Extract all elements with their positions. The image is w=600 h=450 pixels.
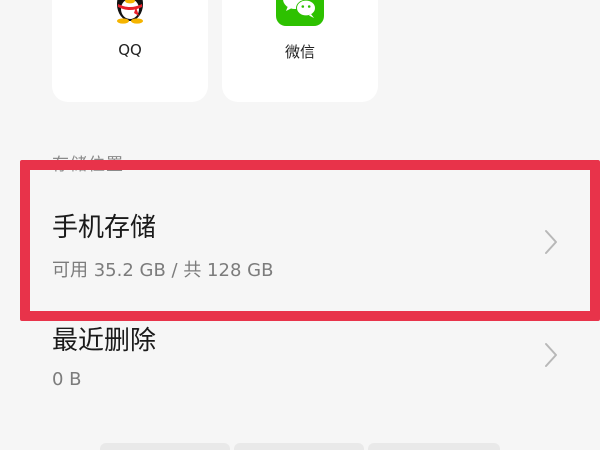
app-label-wechat: 微信 [284,43,315,61]
chevron-right-icon [545,230,557,254]
app-tile-qq[interactable]: QQ [52,0,208,102]
recently-deleted-row[interactable]: 最近删除 0 B [0,300,600,410]
recently-deleted-title: 最近删除 [52,326,157,356]
bottom-button-right[interactable] [368,443,500,450]
app-label-qq: QQ [118,41,142,59]
phone-storage-row[interactable]: 手机存储 可用 35.2 GB / 共 128 GB [0,186,600,296]
bottom-button-left[interactable] [100,443,230,450]
recently-deleted-size: 0 B [52,369,82,390]
storage-settings-screen: QQ 微信 存储位置 手机存储 可用 35.2 GB / 共 128 GB 最近… [0,0,600,450]
qq-penguin-icon [106,0,154,26]
storage-location-header: 存储位置 [52,155,124,175]
app-tile-wechat[interactable]: 微信 [222,0,378,102]
bottom-button-middle[interactable] [234,443,364,450]
wechat-bubbles-icon [276,0,324,26]
chevron-right-icon [545,343,557,367]
phone-storage-title: 手机存储 [52,213,157,243]
phone-storage-usage: 可用 35.2 GB / 共 128 GB [52,260,274,281]
